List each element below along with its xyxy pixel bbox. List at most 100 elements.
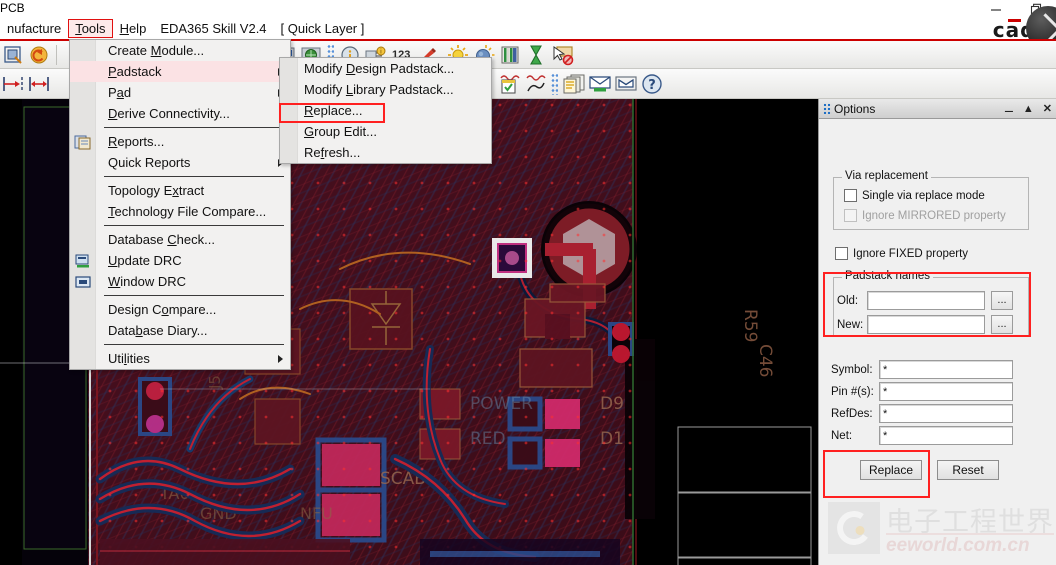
submenu-item-modify-design-padstack[interactable]: Modify Design Padstack... bbox=[280, 58, 491, 79]
report-icon[interactable] bbox=[562, 72, 586, 96]
menu-manufacture[interactable]: nufacture bbox=[0, 19, 68, 38]
checklist-icon[interactable] bbox=[497, 72, 521, 96]
menu-item-reports[interactable]: Reports... bbox=[70, 131, 290, 152]
symbol-input[interactable]: * bbox=[879, 360, 1013, 379]
menu-tools-label-rest: ools bbox=[81, 21, 106, 36]
menu-item-technology-file-compare[interactable]: Technology File Compare... bbox=[70, 201, 290, 222]
menu-item-pad[interactable]: Pad bbox=[70, 82, 290, 103]
menu-item-design-compare[interactable]: Design Compare... bbox=[70, 299, 290, 320]
tools-dropdown-menu[interactable]: Create Module... Padstack Pad Derive Con… bbox=[69, 39, 291, 370]
close-icon[interactable]: ✕ bbox=[1043, 103, 1052, 115]
menu-item-label: Modify Library Padstack... bbox=[304, 82, 454, 97]
menu-eda365-skill[interactable]: EDA365 Skill V2.4 bbox=[153, 19, 273, 38]
help-icon[interactable]: ? bbox=[640, 72, 664, 96]
refdes-input[interactable]: * bbox=[879, 404, 1013, 423]
ignore-mirrored-property-label: Ignore MIRRORED property bbox=[862, 209, 1006, 222]
options-panel-title: Options bbox=[834, 101, 876, 116]
menu-help-label-rest: elp bbox=[128, 21, 147, 36]
application-window: PCB nufacture Tools Help EDA365 Skill V2… bbox=[0, 0, 1056, 565]
menu-item-label: Padstack bbox=[108, 64, 162, 79]
menu-item-create-module[interactable]: Create Module... bbox=[70, 40, 290, 61]
cadence-logo-bar bbox=[1007, 19, 1021, 22]
menu-divider bbox=[104, 295, 284, 296]
symbol-label: Symbol: bbox=[831, 363, 873, 376]
menu-item-window-drc[interactable]: Window DRC bbox=[70, 271, 290, 292]
symbol-row: Symbol: * bbox=[831, 360, 1051, 379]
pin-numbers-row: Pin #(s): * bbox=[831, 382, 1051, 401]
zoom-fit-icon[interactable] bbox=[1, 43, 25, 67]
submenu-item-refresh[interactable]: Refresh... bbox=[280, 142, 491, 163]
update-drc-icon bbox=[74, 253, 92, 269]
refdes-label: RefDes: bbox=[831, 407, 873, 420]
refdes-row: RefDes: * bbox=[831, 404, 1051, 423]
net-row: Net: * bbox=[831, 426, 1051, 445]
ignore-mirrored-property-checkbox: Ignore MIRRORED property bbox=[844, 209, 1006, 222]
undo-icon[interactable] bbox=[27, 43, 51, 67]
net-in-icon[interactable] bbox=[588, 72, 612, 96]
watermark-logo-icon bbox=[828, 502, 880, 554]
menu-item-label: Technology File Compare... bbox=[108, 204, 267, 219]
ignore-fixed-property-checkbox[interactable]: Ignore FIXED property bbox=[835, 247, 968, 260]
menu-divider bbox=[104, 344, 284, 345]
menu-item-label: Reports... bbox=[108, 134, 165, 149]
menu-divider bbox=[104, 176, 284, 177]
menu-item-derive-connectivity[interactable]: Derive Connectivity... bbox=[70, 103, 290, 124]
window-title: PCB bbox=[0, 1, 25, 15]
mirror-right-icon[interactable] bbox=[27, 72, 51, 96]
checkbox-box bbox=[844, 189, 857, 202]
net-label: Net: bbox=[831, 429, 853, 442]
toolbar-separator bbox=[56, 44, 57, 65]
menu-item-label: Modify Design Padstack... bbox=[304, 61, 455, 76]
hourglass-icon[interactable] bbox=[524, 43, 548, 67]
menu-item-database-check[interactable]: Database Check... bbox=[70, 229, 290, 250]
ignore-fixed-property-label: Ignore FIXED property bbox=[853, 247, 969, 260]
watermark-english-text: eeworld.com.cn bbox=[886, 535, 1030, 556]
replace-menu-highlight-box bbox=[279, 103, 385, 123]
eeworld-watermark: 电子工程世界 eeworld.com.cn bbox=[828, 500, 1054, 560]
menu-item-topology-extract[interactable]: Topology Extract bbox=[70, 180, 290, 201]
collapse-icon[interactable]: ▲ bbox=[1023, 103, 1034, 115]
net-input[interactable]: * bbox=[879, 426, 1013, 445]
submenu-item-modify-library-padstack[interactable]: Modify Library Padstack... bbox=[280, 79, 491, 100]
single-via-replace-mode-label: Single via replace mode bbox=[862, 189, 985, 202]
checkbox-box bbox=[844, 209, 857, 222]
toolbar-dot-separator-2 bbox=[551, 72, 558, 95]
layers-icon[interactable] bbox=[498, 43, 522, 67]
svg-text:R59: R59 bbox=[740, 309, 760, 342]
checkbox-box bbox=[835, 247, 848, 260]
select-rect-disabled-icon[interactable] bbox=[550, 43, 574, 67]
pin-numbers-input[interactable]: * bbox=[879, 382, 1013, 401]
signal-trace-icon[interactable] bbox=[523, 72, 547, 96]
reset-button[interactable]: Reset bbox=[937, 460, 999, 480]
minimize-icon[interactable] bbox=[976, 0, 1016, 18]
menu-item-label: Pad bbox=[108, 85, 132, 100]
padstack-names-highlight-box bbox=[823, 272, 1031, 337]
options-panel: Options ⚊ ▲ ✕ Via replacement Single via… bbox=[818, 99, 1056, 565]
reports-icon bbox=[74, 134, 92, 150]
chevron-right-icon bbox=[278, 355, 283, 363]
via-replacement-group: Via replacement Single via replace mode … bbox=[833, 170, 1029, 230]
menu-item-update-drc[interactable]: Update DRC bbox=[70, 250, 290, 271]
menu-item-label: Quick Reports bbox=[108, 155, 191, 170]
replace-button-highlight-box bbox=[823, 450, 930, 498]
menu-item-label: Database Diary... bbox=[108, 323, 208, 338]
menu-item-label: Update DRC bbox=[108, 253, 182, 268]
menu-divider bbox=[104, 225, 284, 226]
submenu-item-group-edit[interactable]: Group Edit... bbox=[280, 121, 491, 142]
menu-item-quick-reports[interactable]: Quick Reports bbox=[70, 152, 290, 173]
net-icon[interactable] bbox=[614, 72, 638, 96]
single-via-replace-mode-checkbox[interactable]: Single via replace mode bbox=[844, 189, 985, 202]
menu-item-padstack[interactable]: Padstack bbox=[70, 61, 290, 82]
menu-tools[interactable]: Tools bbox=[68, 19, 113, 38]
menu-quick-layer[interactable]: [ Quick Layer ] bbox=[274, 19, 372, 38]
title-bar: PCB bbox=[0, 0, 1056, 18]
menu-item-label: Design Compare... bbox=[108, 302, 217, 317]
options-panel-body: Via replacement Single via replace mode … bbox=[819, 119, 1056, 565]
menu-item-database-diary[interactable]: Database Diary... bbox=[70, 320, 290, 341]
mirror-left-icon[interactable] bbox=[1, 72, 25, 96]
pin-icon[interactable]: ⚊ bbox=[1004, 103, 1014, 115]
svg-text:?: ? bbox=[648, 78, 656, 93]
menu-item-utilities[interactable]: Utilities bbox=[70, 348, 290, 369]
menu-help[interactable]: Help bbox=[113, 19, 154, 38]
menu-bar: nufacture Tools Help EDA365 Skill V2.4 [… bbox=[0, 18, 1056, 39]
